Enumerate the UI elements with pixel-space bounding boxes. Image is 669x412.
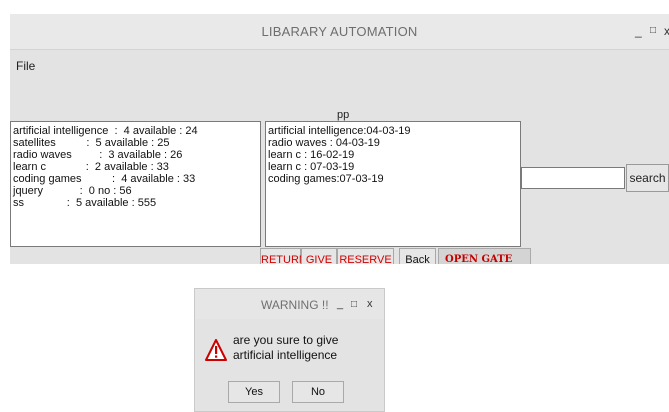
list-item[interactable]: radio waves : 3 available : 26: [13, 149, 182, 161]
no-label: No: [310, 386, 326, 398]
yes-button[interactable]: Yes: [228, 381, 280, 403]
list-item[interactable]: artificial intelligence : 4 available : …: [13, 125, 198, 137]
search-button[interactable]: search: [626, 164, 669, 192]
close-icon[interactable]: x: [367, 298, 373, 310]
list-item[interactable]: jquery : 0 no : 56: [13, 185, 132, 197]
dialog-message: are you sure to give artificial intellig…: [233, 333, 339, 362]
list-item[interactable]: artificial intelligence:04-03-19: [268, 125, 410, 137]
main-window: LIBARARY AUTOMATION _ □ x File pp artifi…: [10, 14, 669, 264]
close-icon[interactable]: x: [664, 24, 669, 38]
warning-icon: [205, 339, 227, 361]
maximize-icon[interactable]: □: [351, 299, 357, 310]
list-item[interactable]: learn c : 07-03-19: [268, 161, 354, 173]
maximize-icon[interactable]: □: [650, 25, 656, 36]
list-item[interactable]: learn c : 16-02-19: [268, 149, 354, 161]
dialog-title-bar: WARNING !! _ □ x: [195, 289, 384, 319]
minimize-icon[interactable]: _: [635, 24, 642, 38]
reserve-button[interactable]: RESERVE: [337, 248, 394, 264]
minimize-icon[interactable]: _: [337, 298, 343, 310]
back-button[interactable]: Back: [399, 248, 436, 264]
list-item[interactable]: learn c : 2 available : 33: [13, 161, 169, 173]
yes-label: Yes: [245, 386, 263, 398]
issued-list[interactable]: artificial intelligence:04-03-19 radio w…: [265, 121, 521, 247]
menu-bar: File: [10, 50, 669, 80]
give-button[interactable]: GIVE: [301, 248, 337, 264]
search-input[interactable]: [521, 167, 625, 189]
window-title: LIBARARY AUTOMATION: [261, 24, 418, 39]
return-button[interactable]: RETURN: [260, 248, 307, 264]
dialog-title: WARNING !!: [261, 298, 329, 312]
title-bar: LIBARARY AUTOMATION _ □ x: [10, 14, 669, 50]
list-item[interactable]: coding games : 4 available : 33: [13, 173, 195, 185]
pp-label: pp: [337, 109, 350, 121]
books-list[interactable]: artificial intelligence : 4 available : …: [10, 121, 261, 247]
open-gate-label: OPEN GATE: [438, 248, 531, 264]
no-button[interactable]: No: [292, 381, 344, 403]
list-item[interactable]: coding games:07-03-19: [268, 173, 384, 185]
list-item[interactable]: ss : 5 available : 555: [13, 197, 156, 209]
list-item[interactable]: satellites : 5 available : 25: [13, 137, 170, 149]
menu-file[interactable]: File: [16, 59, 35, 73]
list-item[interactable]: radio waves : 04-03-19: [268, 137, 380, 149]
warning-dialog: WARNING !! _ □ x are you sure to give ar…: [194, 288, 385, 412]
